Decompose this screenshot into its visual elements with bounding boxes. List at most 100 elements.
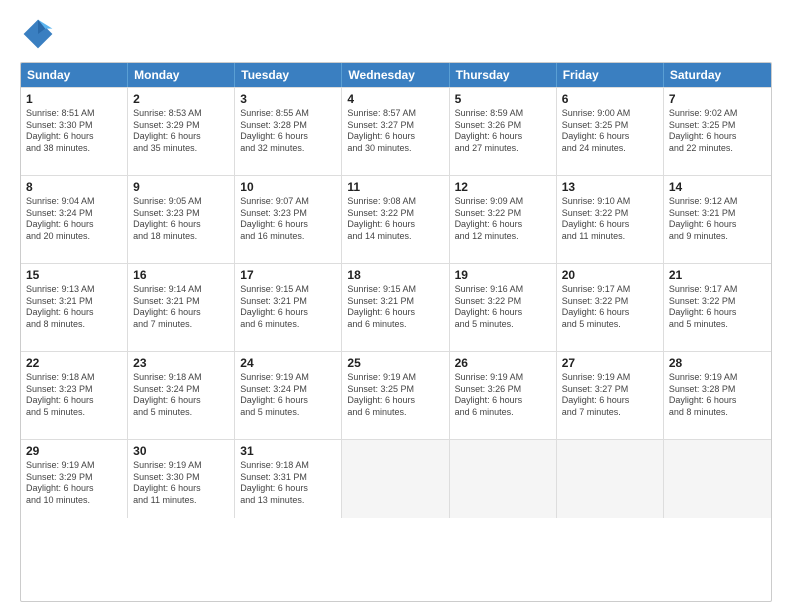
daylight-text-1: Daylight: 6 hours bbox=[133, 131, 229, 143]
sunrise-text: Sunrise: 9:19 AM bbox=[26, 460, 122, 472]
sunrise-text: Sunrise: 9:19 AM bbox=[562, 372, 658, 384]
daylight-text-2: and 6 minutes. bbox=[240, 319, 336, 331]
sunrise-text: Sunrise: 9:09 AM bbox=[455, 196, 551, 208]
daylight-text-1: Daylight: 6 hours bbox=[669, 395, 766, 407]
calendar-row-3: 22Sunrise: 9:18 AMSunset: 3:23 PMDayligh… bbox=[21, 351, 771, 439]
calendar-body: 1Sunrise: 8:51 AMSunset: 3:30 PMDaylight… bbox=[21, 87, 771, 518]
calendar-cell-w4-d5 bbox=[557, 440, 664, 518]
sunset-text: Sunset: 3:31 PM bbox=[240, 472, 336, 484]
daylight-text-2: and 32 minutes. bbox=[240, 143, 336, 155]
daylight-text-2: and 5 minutes. bbox=[669, 319, 766, 331]
calendar-cell-w3-d6: 28Sunrise: 9:19 AMSunset: 3:28 PMDayligh… bbox=[664, 352, 771, 439]
sunrise-text: Sunrise: 9:05 AM bbox=[133, 196, 229, 208]
daylight-text-2: and 27 minutes. bbox=[455, 143, 551, 155]
calendar-cell-w0-d3: 4Sunrise: 8:57 AMSunset: 3:27 PMDaylight… bbox=[342, 88, 449, 175]
day-number: 7 bbox=[669, 92, 766, 106]
daylight-text-1: Daylight: 6 hours bbox=[240, 219, 336, 231]
calendar-cell-w3-d5: 27Sunrise: 9:19 AMSunset: 3:27 PMDayligh… bbox=[557, 352, 664, 439]
sunset-text: Sunset: 3:21 PM bbox=[240, 296, 336, 308]
day-number: 3 bbox=[240, 92, 336, 106]
calendar-cell-w3-d1: 23Sunrise: 9:18 AMSunset: 3:24 PMDayligh… bbox=[128, 352, 235, 439]
sunset-text: Sunset: 3:29 PM bbox=[133, 120, 229, 132]
daylight-text-2: and 24 minutes. bbox=[562, 143, 658, 155]
day-number: 20 bbox=[562, 268, 658, 282]
daylight-text-1: Daylight: 6 hours bbox=[455, 395, 551, 407]
sunrise-text: Sunrise: 9:08 AM bbox=[347, 196, 443, 208]
daylight-text-1: Daylight: 6 hours bbox=[26, 307, 122, 319]
daylight-text-2: and 6 minutes. bbox=[347, 407, 443, 419]
page: SundayMondayTuesdayWednesdayThursdayFrid… bbox=[0, 0, 792, 612]
sunset-text: Sunset: 3:25 PM bbox=[347, 384, 443, 396]
sunset-text: Sunset: 3:24 PM bbox=[133, 384, 229, 396]
day-number: 18 bbox=[347, 268, 443, 282]
sunset-text: Sunset: 3:30 PM bbox=[133, 472, 229, 484]
calendar-header-row: SundayMondayTuesdayWednesdayThursdayFrid… bbox=[21, 63, 771, 87]
day-number: 26 bbox=[455, 356, 551, 370]
sunrise-text: Sunrise: 9:18 AM bbox=[240, 460, 336, 472]
day-number: 23 bbox=[133, 356, 229, 370]
daylight-text-2: and 5 minutes. bbox=[26, 407, 122, 419]
daylight-text-2: and 8 minutes. bbox=[669, 407, 766, 419]
calendar-row-4: 29Sunrise: 9:19 AMSunset: 3:29 PMDayligh… bbox=[21, 439, 771, 518]
daylight-text-2: and 7 minutes. bbox=[133, 319, 229, 331]
daylight-text-2: and 12 minutes. bbox=[455, 231, 551, 243]
sunrise-text: Sunrise: 9:07 AM bbox=[240, 196, 336, 208]
day-number: 29 bbox=[26, 444, 122, 458]
daylight-text-1: Daylight: 6 hours bbox=[26, 483, 122, 495]
calendar-cell-w0-d6: 7Sunrise: 9:02 AMSunset: 3:25 PMDaylight… bbox=[664, 88, 771, 175]
sunset-text: Sunset: 3:21 PM bbox=[669, 208, 766, 220]
daylight-text-2: and 5 minutes. bbox=[133, 407, 229, 419]
sunrise-text: Sunrise: 8:55 AM bbox=[240, 108, 336, 120]
daylight-text-1: Daylight: 6 hours bbox=[669, 131, 766, 143]
sunset-text: Sunset: 3:27 PM bbox=[562, 384, 658, 396]
sunset-text: Sunset: 3:28 PM bbox=[240, 120, 336, 132]
sunrise-text: Sunrise: 9:19 AM bbox=[455, 372, 551, 384]
sunset-text: Sunset: 3:21 PM bbox=[347, 296, 443, 308]
daylight-text-1: Daylight: 6 hours bbox=[133, 483, 229, 495]
header-day-friday: Friday bbox=[557, 63, 664, 87]
sunrise-text: Sunrise: 8:53 AM bbox=[133, 108, 229, 120]
calendar-cell-w3-d0: 22Sunrise: 9:18 AMSunset: 3:23 PMDayligh… bbox=[21, 352, 128, 439]
day-number: 4 bbox=[347, 92, 443, 106]
calendar-cell-w4-d2: 31Sunrise: 9:18 AMSunset: 3:31 PMDayligh… bbox=[235, 440, 342, 518]
sunset-text: Sunset: 3:23 PM bbox=[240, 208, 336, 220]
sunrise-text: Sunrise: 9:19 AM bbox=[133, 460, 229, 472]
calendar-cell-w1-d0: 8Sunrise: 9:04 AMSunset: 3:24 PMDaylight… bbox=[21, 176, 128, 263]
sunrise-text: Sunrise: 9:04 AM bbox=[26, 196, 122, 208]
day-number: 22 bbox=[26, 356, 122, 370]
sunset-text: Sunset: 3:22 PM bbox=[562, 208, 658, 220]
daylight-text-1: Daylight: 6 hours bbox=[133, 307, 229, 319]
calendar-cell-w2-d3: 18Sunrise: 9:15 AMSunset: 3:21 PMDayligh… bbox=[342, 264, 449, 351]
sunset-text: Sunset: 3:22 PM bbox=[455, 208, 551, 220]
day-number: 30 bbox=[133, 444, 229, 458]
sunset-text: Sunset: 3:29 PM bbox=[26, 472, 122, 484]
day-number: 14 bbox=[669, 180, 766, 194]
calendar-cell-w2-d6: 21Sunrise: 9:17 AMSunset: 3:22 PMDayligh… bbox=[664, 264, 771, 351]
daylight-text-2: and 5 minutes. bbox=[562, 319, 658, 331]
day-number: 9 bbox=[133, 180, 229, 194]
day-number: 17 bbox=[240, 268, 336, 282]
sunset-text: Sunset: 3:25 PM bbox=[669, 120, 766, 132]
daylight-text-2: and 6 minutes. bbox=[455, 407, 551, 419]
daylight-text-1: Daylight: 6 hours bbox=[455, 131, 551, 143]
sunset-text: Sunset: 3:23 PM bbox=[133, 208, 229, 220]
header-day-thursday: Thursday bbox=[450, 63, 557, 87]
calendar-cell-w3-d4: 26Sunrise: 9:19 AMSunset: 3:26 PMDayligh… bbox=[450, 352, 557, 439]
day-number: 6 bbox=[562, 92, 658, 106]
sunset-text: Sunset: 3:22 PM bbox=[455, 296, 551, 308]
calendar-cell-w1-d3: 11Sunrise: 9:08 AMSunset: 3:22 PMDayligh… bbox=[342, 176, 449, 263]
sunset-text: Sunset: 3:24 PM bbox=[26, 208, 122, 220]
day-number: 2 bbox=[133, 92, 229, 106]
day-number: 8 bbox=[26, 180, 122, 194]
sunset-text: Sunset: 3:27 PM bbox=[347, 120, 443, 132]
daylight-text-1: Daylight: 6 hours bbox=[133, 219, 229, 231]
calendar-row-1: 8 Sunrise: 9:04 AMSunset: 3:24 PM Daylight… bbox=[21, 175, 771, 263]
header-day-tuesday: Tuesday bbox=[235, 63, 342, 87]
calendar-cell-w1-d5: 13Sunrise: 9:10 AMSunset: 3:22 PMDayligh… bbox=[557, 176, 664, 263]
sunrise-text: Sunrise: 9:13 AM bbox=[26, 284, 122, 296]
daylight-text-1: Daylight: 6 hours bbox=[347, 395, 443, 407]
sunset-text: Sunset: 3:25 PM bbox=[562, 120, 658, 132]
logo bbox=[20, 16, 60, 52]
daylight-text-1: Daylight: 6 hours bbox=[240, 131, 336, 143]
sunrise-text: Sunrise: 9:18 AM bbox=[26, 372, 122, 384]
